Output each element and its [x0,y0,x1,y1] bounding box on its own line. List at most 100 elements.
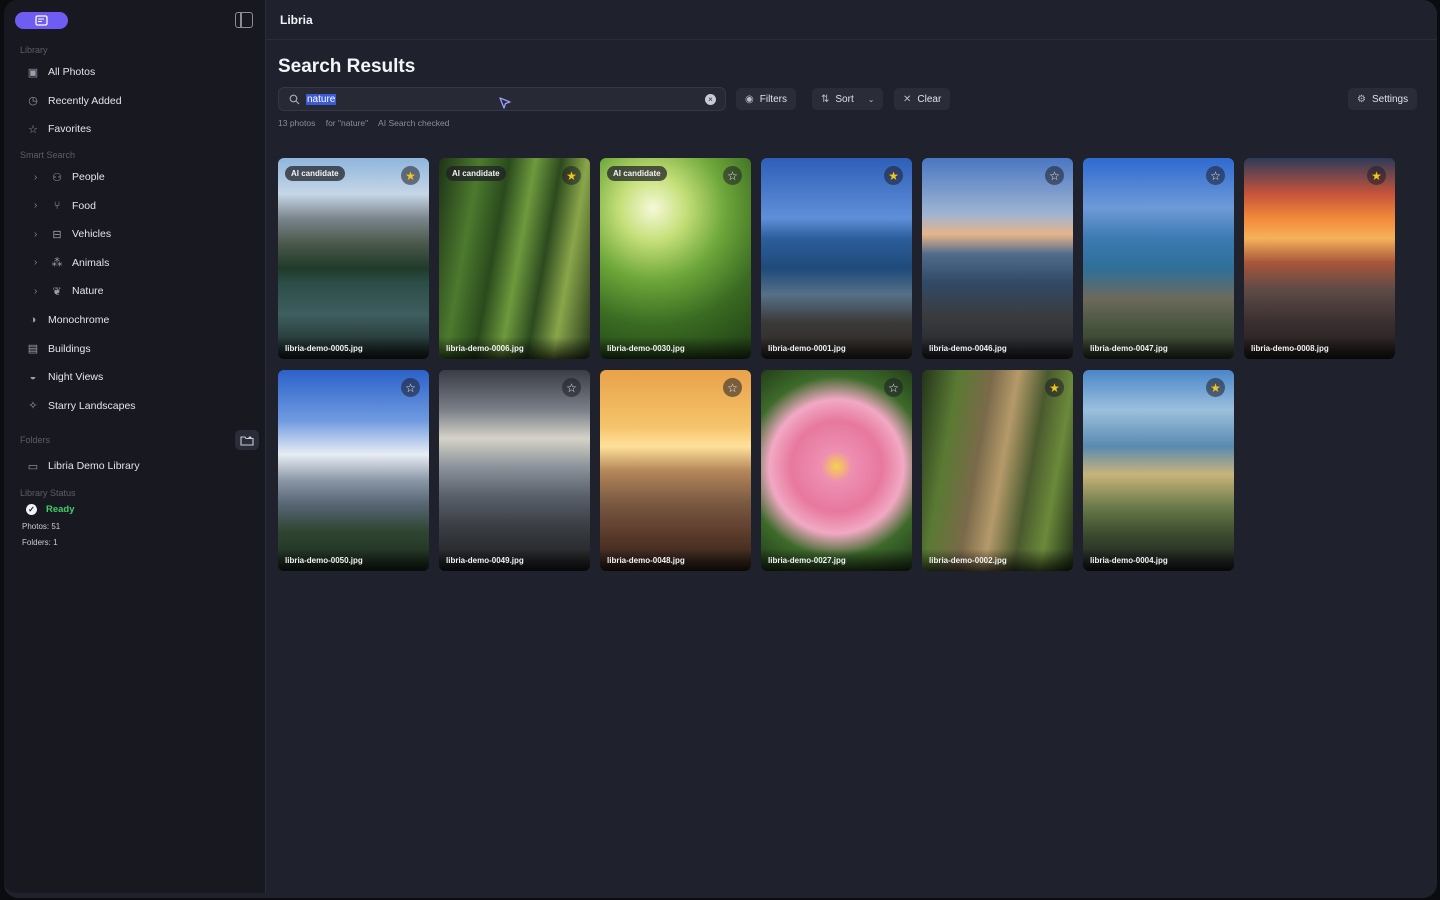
photo-thumbnail[interactable] [1083,158,1234,359]
clear-button[interactable]: ✕ Clear [894,88,951,110]
folders-count: Folders: 1 [22,537,58,547]
favorite-star-icon[interactable]: ☆ [884,378,903,397]
photo-card[interactable]: ☆ libria-demo-0047.jpg [1083,158,1234,359]
app-menu-button[interactable] [15,12,68,29]
sidebar-toggle-button[interactable] [235,12,253,28]
photo-card[interactable]: AI candidate ☆ libria-demo-0030.jpg [600,158,751,359]
settings-button[interactable]: ⚙ Settings [1348,88,1418,110]
photo-thumbnail[interactable] [600,370,751,571]
photo-filename: libria-demo-0047.jpg [1083,337,1234,359]
mouse-cursor-icon [499,97,511,109]
sidebar-item-vehicles[interactable]: › ⊟ Vehicles [4,220,265,249]
clear-search-icon[interactable]: × [705,94,716,105]
photo-card[interactable]: ☆ libria-demo-0048.jpg [600,370,751,571]
photo-card[interactable]: AI candidate ★ libria-demo-0005.jpg [278,158,429,359]
sidebar: Library ▣ All Photos ◷ Recently Added ☆ Favor… [4,0,266,893]
gear-icon: ⚙ [1357,93,1366,105]
favorite-star-icon[interactable]: ★ [401,166,420,185]
photo-filename: libria-demo-0008.jpg [1244,337,1395,359]
favorite-star-icon[interactable]: ★ [884,166,903,185]
photo-thumbnail[interactable] [1244,158,1395,359]
people-icon: ⚇ [52,171,62,184]
favorite-star-icon[interactable]: ★ [562,166,581,185]
favorite-star-icon[interactable]: ☆ [723,166,742,185]
chevron-right-icon[interactable]: › [34,229,44,240]
library-icon [34,14,48,26]
folder-add-icon [240,435,254,446]
close-icon: ✕ [903,93,912,105]
results-query: for "nature" [325,118,369,128]
paw-icon: ⁂ [51,257,63,270]
ai-search-status: AI Search checked [378,118,450,128]
photo-card[interactable]: ☆ libria-demo-0049.jpg [439,370,590,571]
contrast-icon: ◑ [29,314,37,327]
chevron-right-icon[interactable]: › [34,257,44,268]
settings-label: Settings [1371,93,1409,105]
ai-candidate-badge: AI candidate [446,166,506,181]
favorite-star-icon[interactable]: ★ [1045,378,1064,397]
photo-filename: libria-demo-0048.jpg [600,549,751,571]
chevron-right-icon[interactable]: › [34,286,44,297]
photo-filename: libria-demo-0046.jpg [922,337,1073,359]
favorite-star-icon[interactable]: ☆ [723,378,742,397]
favorite-star-icon[interactable]: ☆ [562,378,581,397]
sidebar-header [4,0,265,40]
photo-thumbnail[interactable] [922,158,1073,359]
sidebar-item-all-photos[interactable]: ▣ All Photos [4,58,265,87]
sidebar-item-monochrome[interactable]: ◑ Monochrome [4,306,265,335]
chevron-right-icon[interactable]: › [34,200,44,211]
chevron-right-icon[interactable]: › [34,172,44,183]
favorite-star-icon[interactable]: ☆ [401,378,420,397]
favorite-star-icon[interactable]: ☆ [1045,166,1064,185]
favorite-star-icon[interactable]: ★ [1367,166,1386,185]
favorite-star-icon[interactable]: ☆ [1206,166,1225,185]
photo-thumbnail[interactable] [278,158,429,359]
sidebar-item-label: Night Views [48,371,104,384]
photo-thumbnail[interactable] [761,370,912,571]
photo-thumbnail[interactable] [922,370,1073,571]
photo-filename: libria-demo-0002.jpg [922,549,1073,571]
photo-card[interactable]: ★ libria-demo-0002.jpg [922,370,1073,571]
sidebar-item-people[interactable]: › ⚇ People [4,163,265,192]
folders-header: Folders [4,428,265,452]
photo-card[interactable]: ☆ libria-demo-0027.jpg [761,370,912,571]
sidebar-item-recently-added[interactable]: ◷ Recently Added [4,87,265,116]
photo-filename: libria-demo-0001.jpg [761,337,912,359]
sidebar-item-animals[interactable]: › ⁂ Animals [4,249,265,278]
photo-filename: libria-demo-0049.jpg [439,549,590,571]
photo-thumbnail[interactable] [600,158,751,359]
add-folder-button[interactable] [235,430,259,451]
photo-filename: libria-demo-0027.jpg [761,549,912,571]
photo-thumbnail[interactable] [1083,370,1234,571]
photo-card[interactable]: ★ libria-demo-0001.jpg [761,158,912,359]
sidebar-item-buildings[interactable]: ▤ Buildings [4,334,265,363]
sparkle-icon: ✧ [28,400,38,413]
sidebar-item-starry-landscapes[interactable]: ✧ Starry Landscapes [4,392,265,421]
chevron-down-icon: ⌄ [867,94,875,104]
favorite-star-icon[interactable]: ★ [1206,378,1225,397]
sidebar-item-favorites[interactable]: ☆ Favorites [4,115,265,144]
photo-thumbnail[interactable] [439,158,590,359]
search-value[interactable]: nature [306,93,337,105]
utensils-icon: ⑂ [53,199,61,212]
photo-card[interactable]: ★ libria-demo-0008.jpg [1244,158,1395,359]
photo-thumbnail[interactable] [439,370,590,571]
sidebar-item-food[interactable]: › ⑂ Food [4,191,265,220]
star-icon: ☆ [28,123,38,136]
sidebar-item-libria-demo-library[interactable]: ▭ Libria Demo Library [4,452,265,481]
sidebar-item-night-views[interactable]: ◒ Night Views [4,363,265,392]
sort-button[interactable]: ⇅ Sort ⌄ [812,88,884,110]
clear-label: Clear [917,93,942,105]
photo-thumbnail[interactable] [278,370,429,571]
sidebar-item-label: Buildings [48,342,91,355]
filters-button[interactable]: ◉ Filters [736,88,796,110]
photo-card[interactable]: ★ libria-demo-0004.jpg [1083,370,1234,571]
photo-filename: libria-demo-0005.jpg [278,337,429,359]
sidebar-item-label: Monochrome [48,314,110,327]
sidebar-item-nature[interactable]: › ❦ Nature [4,277,265,306]
sidebar-item-label: All Photos [48,66,96,79]
photo-thumbnail[interactable] [761,158,912,359]
photo-card[interactable]: ☆ libria-demo-0046.jpg [922,158,1073,359]
photo-card[interactable]: AI candidate ★ libria-demo-0006.jpg [439,158,590,359]
photo-card[interactable]: ☆ libria-demo-0050.jpg [278,370,429,571]
